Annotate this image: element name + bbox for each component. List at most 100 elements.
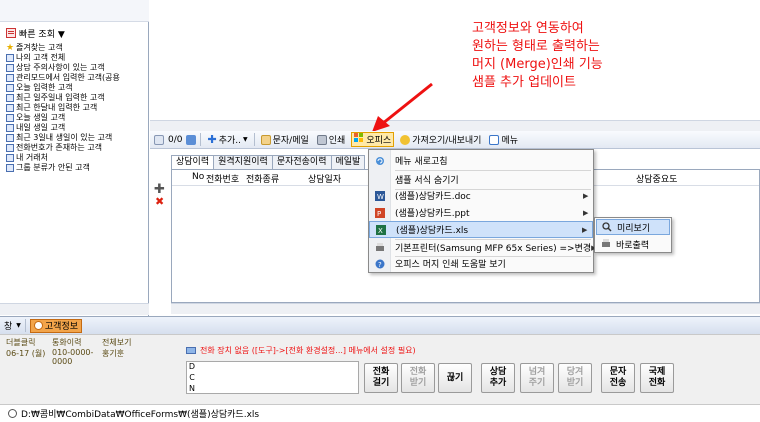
tab-sms-history[interactable]: 문자전송이력 bbox=[271, 155, 332, 169]
refresh-icon bbox=[369, 152, 391, 169]
star-icon: ★ bbox=[6, 43, 15, 53]
quick-lookup-item[interactable]: 나의 고객 전체 bbox=[6, 53, 149, 63]
toolbar-separator bbox=[200, 133, 202, 146]
ppt-icon: P bbox=[369, 204, 391, 221]
tab-mail-history[interactable]: 메일발 bbox=[330, 155, 366, 169]
col-header-no[interactable]: No bbox=[188, 172, 204, 185]
quick-lookup-item-label: 그룹 분류가 안된 고객 bbox=[16, 163, 90, 172]
send-sms-button[interactable]: 문자 전송 bbox=[601, 363, 635, 393]
file-path: D:₩콤비₩CombiData₩OfficeForms₩(샘플)상담카드.xls bbox=[21, 410, 260, 420]
menu-item-default-printer[interactable]: 기본프린터(Samsung MFP 65x Series) =>변경 ▶ bbox=[369, 239, 597, 256]
nav-icon[interactable] bbox=[154, 134, 164, 145]
menu-button[interactable]: 메뉴 bbox=[487, 132, 520, 147]
annotation-line: 고객정보와 연동하여 bbox=[472, 21, 584, 36]
menu-item-refresh-label: 메뉴 새로고침 bbox=[395, 157, 448, 167]
svg-text:P: P bbox=[377, 210, 381, 218]
office-button[interactable]: 오피스 bbox=[351, 132, 395, 147]
grid-scrollbar[interactable] bbox=[171, 303, 760, 314]
quick-lookup-item[interactable]: 상담 주의사항이 있는 고객 bbox=[6, 63, 149, 73]
dial-number-input[interactable] bbox=[186, 361, 359, 394]
quick-lookup-item-label: 내 거래처 bbox=[16, 153, 48, 162]
customer-icon bbox=[33, 321, 43, 330]
menu-item-help-label: 오피스 머지 인쇄 도움말 보기 bbox=[395, 260, 506, 270]
quick-lookup-item[interactable]: 내 거래처 bbox=[6, 153, 149, 163]
quick-lookup-item-label: 즐겨찾는 고객 bbox=[16, 43, 63, 52]
quick-lookup-item[interactable]: 오늘 생일 고객 bbox=[6, 113, 149, 123]
quick-lookup-item[interactable]: 오늘 입력한 고객 bbox=[6, 83, 149, 93]
quick-lookup-item-label: 상담 주의사항이 있는 고객 bbox=[16, 63, 105, 72]
quick-lookup-item[interactable]: 그룹 분류가 안된 고객 bbox=[6, 163, 149, 173]
annotation-line: 원하는 형태로 출력하는 bbox=[472, 39, 600, 54]
window-label[interactable]: 창 bbox=[4, 319, 12, 332]
record-count: 0/0 bbox=[168, 134, 183, 145]
quick-lookup-item[interactable]: 내일 생일 고객 bbox=[6, 123, 149, 133]
quick-lookup-item[interactable]: 최근 한달내 입력한 고객 bbox=[6, 103, 149, 113]
menu-item-sample-xls[interactable]: X (샘플)상담카드.xls ▶ bbox=[369, 221, 593, 238]
import-export-button[interactable]: 가져오기/내보내기 bbox=[398, 132, 483, 147]
customer-info-tab[interactable]: 고객정보 bbox=[29, 318, 83, 333]
sms-mail-button[interactable]: 문자/메일 bbox=[259, 132, 311, 147]
printer-icon bbox=[596, 239, 616, 249]
history-tabs: 상담이력 원격지원이력 문자전송이력 메일발 bbox=[171, 155, 366, 169]
delete-row-icon[interactable]: ✖ bbox=[155, 195, 164, 208]
preview-icon bbox=[597, 222, 617, 232]
pickup-button[interactable]: 당겨 받기 bbox=[558, 363, 592, 393]
call-button[interactable]: 전화 걸기 bbox=[364, 363, 398, 393]
office-label: 오피스 bbox=[366, 136, 392, 146]
menu-item-refresh[interactable]: 메뉴 새로고침 bbox=[369, 152, 593, 169]
quick-lookup-item[interactable]: 관리모드에서 입력한 고객(공용 bbox=[6, 73, 149, 83]
quick-lookup-item-label: 전화번호가 존재하는 고객 bbox=[16, 143, 103, 152]
left-pane-scrollbar[interactable] bbox=[0, 303, 149, 315]
tab-remote-support[interactable]: 원격지원이력 bbox=[213, 155, 273, 169]
import-export-label: 가져오기/내보내기 bbox=[412, 136, 482, 146]
annotation-text: 고객정보와 연동하여 원하는 형태로 출력하는 머지 (Merge)인쇄 기능 샘플 … bbox=[472, 20, 603, 92]
info-phone-number: 010-0000-0000 bbox=[52, 348, 94, 366]
menu-item-help[interactable]: ? 오피스 머지 인쇄 도움말 보기 bbox=[369, 255, 593, 272]
col-header-phone[interactable]: 전화번호 bbox=[202, 172, 242, 185]
doc-icon bbox=[6, 164, 14, 172]
submenu-preview[interactable]: 미리보기 bbox=[596, 219, 670, 235]
bottom-window-bar: 창 ▼ 고객정보 bbox=[0, 316, 760, 334]
doc-icon bbox=[6, 144, 14, 152]
customer-list-scrollbar[interactable] bbox=[150, 120, 760, 131]
col-header-importance[interactable]: 상담중요도 bbox=[632, 172, 712, 185]
customer-info-label: 고객정보 bbox=[44, 322, 79, 332]
customer-list-area bbox=[150, 0, 760, 131]
doc-icon bbox=[6, 134, 14, 142]
office-menu: 메뉴 새로고침 샘플 서식 숨기기 W (샘플)상담카드.doc ▶ P (샘플… bbox=[368, 149, 597, 273]
quick-lookup-item[interactable]: 최근 3일내 생일이 있는 고객 bbox=[6, 133, 149, 143]
print-button[interactable]: 인쇄 bbox=[315, 132, 348, 147]
answer-button[interactable]: 전화 받기 bbox=[401, 363, 435, 393]
quick-lookup-item[interactable]: ★ 즐겨찾는 고객 bbox=[6, 43, 149, 53]
submenu-print-now[interactable]: 바로출력 bbox=[596, 236, 670, 252]
quick-lookup-icon bbox=[6, 28, 16, 38]
calendar-icon[interactable] bbox=[186, 134, 197, 145]
submenu-print-now-label: 바로출력 bbox=[616, 240, 650, 251]
info-header-call-history[interactable]: 통화이력 bbox=[52, 337, 102, 348]
menu-item-sample-ppt[interactable]: P (샘플)상담카드.ppt ▶ bbox=[369, 204, 593, 221]
sms-mail-label: 문자/메일 bbox=[272, 136, 309, 146]
info-header-view-all[interactable]: 전체보기 bbox=[102, 337, 148, 348]
menu-item-default-printer-label: 기본프린터(Samsung MFP 65x Series) =>변경 bbox=[395, 244, 592, 254]
menu-item-hide-samples[interactable]: 샘플 서식 숨기기 bbox=[369, 171, 593, 188]
annotation-arrow bbox=[372, 82, 433, 132]
office-icon bbox=[354, 133, 364, 146]
chevron-down-icon[interactable]: ▼ bbox=[16, 322, 21, 329]
transfer-button[interactable]: 넘겨 주기 bbox=[520, 363, 554, 393]
file-path-bar: D:₩콤비₩CombiData₩OfficeForms₩(샘플)상담카드.xls bbox=[0, 404, 760, 422]
quick-lookup-item[interactable]: 전화번호가 존재하는 고객 bbox=[6, 143, 149, 153]
menu-item-sample-doc[interactable]: W (샘플)상담카드.doc ▶ bbox=[369, 187, 593, 204]
excel-icon: X bbox=[370, 221, 392, 238]
hangup-button[interactable]: 끊기 bbox=[438, 363, 472, 393]
xls-submenu: 미리보기 바로출력 bbox=[594, 217, 672, 253]
quick-lookup-header[interactable]: 빠른 조회 ▼ bbox=[6, 26, 65, 40]
add-button[interactable]: ✚ 추가.. ▼ bbox=[205, 132, 249, 147]
info-header-double-click: 더블클릭 bbox=[6, 338, 36, 347]
international-call-button[interactable]: 국제 전화 bbox=[640, 363, 674, 393]
printer-icon bbox=[316, 134, 327, 145]
col-header-phone-type[interactable]: 전화종류 bbox=[242, 172, 304, 185]
add-consult-button[interactable]: 상담 추가 bbox=[481, 363, 515, 393]
tab-consult-history[interactable]: 상담이력 bbox=[171, 155, 215, 169]
quick-lookup-item[interactable]: 최근 일주일내 입력한 고객 bbox=[6, 93, 149, 103]
menu-item-sample-doc-label: (샘플)상담카드.doc bbox=[395, 192, 471, 202]
